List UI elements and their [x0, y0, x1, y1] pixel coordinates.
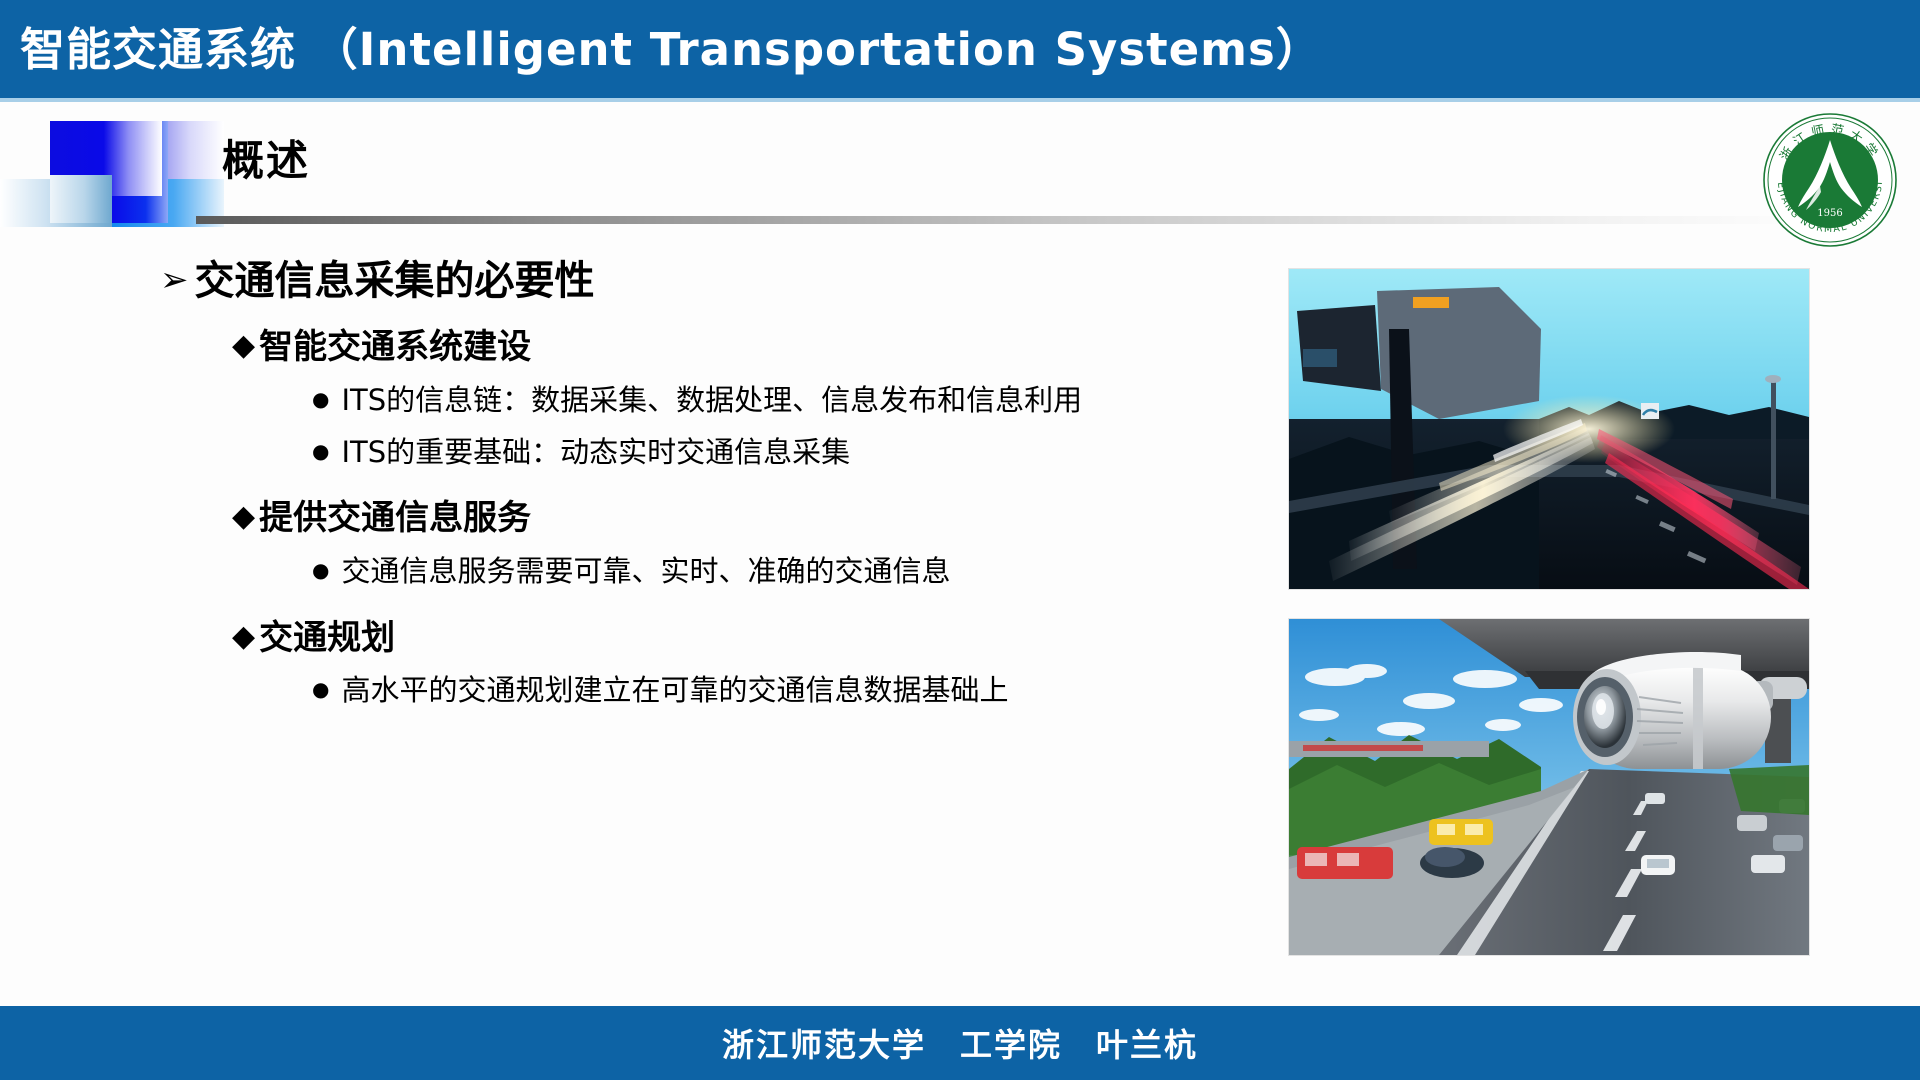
dot-bullet-icon: ●	[312, 558, 330, 583]
dot-bullet-icon: ●	[312, 439, 330, 464]
bullet-level2-label: 交通规划	[259, 617, 396, 658]
bullet-level1: ➢ 交通信息采集的必要性	[160, 258, 1260, 305]
decorative-block-fade	[162, 121, 224, 179]
decorative-block-light-left	[0, 179, 112, 227]
dot-bullet-icon: ●	[312, 677, 330, 702]
footer-text: 浙江师范大学 工学院 叶兰杭	[721, 1026, 1198, 1064]
bullet-level3: ● 交通信息服务需要可靠、实时、准确的交通信息	[312, 553, 1260, 589]
bullet-level2: ◆ 交通规划	[232, 618, 1260, 659]
bullet-level2-label: 智能交通系统建设	[259, 327, 532, 368]
bullet-level3: ● ITS的重要基础：动态实时交通信息采集	[312, 434, 1260, 470]
arrow-bullet-icon: ➢	[160, 260, 189, 300]
decorative-block-blue-mid	[112, 121, 168, 223]
bullet-level2-label: 提供交通信息服务	[259, 498, 532, 539]
bullet-level3-label: ITS的重要基础：动态实时交通信息采集	[341, 435, 851, 470]
decorative-block-blue-main	[50, 121, 162, 196]
slide-header-bar: 智能交通系统 （Intelligent Transportation Syste…	[0, 0, 1920, 102]
diamond-bullet-icon: ◆	[232, 499, 256, 535]
image-cctv-camera	[1288, 618, 1810, 956]
bullet-level2: ◆ 智能交通系统建设	[232, 327, 1260, 368]
bullet-level2: ◆ 提供交通信息服务	[232, 498, 1260, 539]
slide-footer-bar: 浙江师范大学 工学院 叶兰杭	[0, 1006, 1920, 1080]
diamond-bullet-icon: ◆	[232, 328, 256, 364]
slide-body: ➢ 交通信息采集的必要性 ◆ 智能交通系统建设 ● ITS的信息链：数据采集、数…	[0, 258, 1260, 725]
dot-bullet-icon: ●	[312, 386, 330, 411]
decorative-block-steel	[50, 175, 112, 223]
diamond-bullet-icon: ◆	[232, 618, 256, 654]
logo-year: 1956	[1817, 208, 1842, 219]
title-divider	[196, 216, 1842, 224]
bullet-level1-label: 交通信息采集的必要性	[194, 258, 595, 304]
bullet-level3-label: 交通信息服务需要可靠、实时、准确的交通信息	[341, 554, 951, 589]
university-logo: 1956 ZHEJIANG NORMAL UNIVERSITY 浙江师范大学	[1757, 104, 1898, 248]
header-title: 智能交通系统 （Intelligent Transportation Syste…	[20, 22, 1322, 76]
bullet-level3-label: 高水平的交通规划建立在可靠的交通信息数据基础上	[341, 673, 1009, 708]
bullet-level3-label: ITS的信息链：数据采集、数据处理、信息发布和信息利用	[341, 382, 1083, 417]
image-highway-night	[1288, 268, 1810, 590]
bullet-level3: ● 高水平的交通规划建立在可靠的交通信息数据基础上	[312, 672, 1260, 708]
bullet-level3: ● ITS的信息链：数据采集、数据处理、信息发布和信息利用	[312, 382, 1260, 418]
page-title: 概述	[222, 136, 311, 185]
